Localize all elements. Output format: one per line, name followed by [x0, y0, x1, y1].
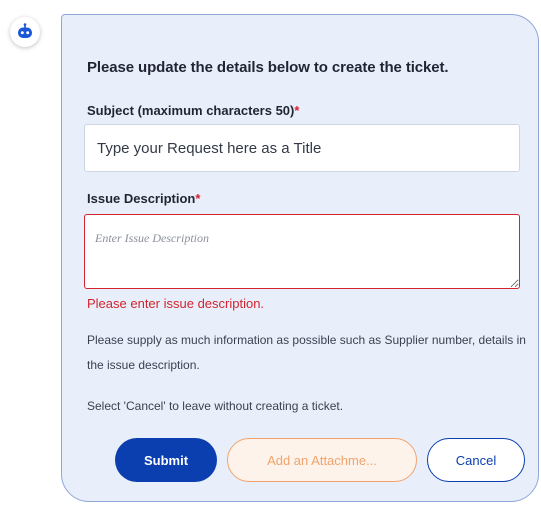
description-error-message: Please enter issue description.: [87, 296, 265, 311]
chatbot-icon: [18, 23, 32, 38]
cancel-note: Select 'Cancel' to leave without creatin…: [87, 399, 344, 413]
subject-label-text: Subject (maximum characters 50): [87, 103, 295, 118]
chatbot-avatar: [10, 17, 40, 47]
create-ticket-card: Please update the details below to creat…: [61, 14, 539, 502]
subject-input[interactable]: [84, 124, 520, 172]
help-text: Please supply as much information as pos…: [87, 333, 526, 372]
add-attachment-button[interactable]: Add an Attachme...: [227, 438, 417, 482]
description-label: Issue Description*: [87, 191, 200, 206]
description-label-text: Issue Description: [87, 191, 196, 206]
subject-label: Subject (maximum characters 50)*: [87, 103, 299, 118]
cancel-button[interactable]: Cancel: [427, 438, 525, 482]
required-asterisk: *: [195, 191, 201, 206]
issue-description-textarea[interactable]: [84, 214, 520, 289]
required-asterisk: *: [294, 103, 300, 118]
form-intro: Please update the details below to creat…: [87, 59, 449, 76]
submit-button[interactable]: Submit: [115, 438, 217, 482]
